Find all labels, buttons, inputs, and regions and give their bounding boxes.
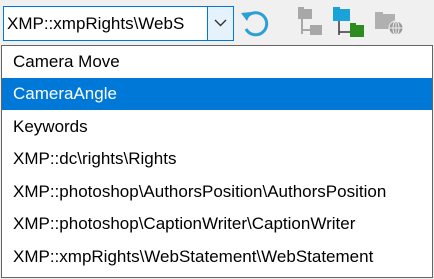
network-folder-icon xyxy=(375,12,404,36)
dropdown-option[interactable]: Camera Move xyxy=(2,46,432,78)
chevron-down-icon xyxy=(214,19,227,27)
dropdown-option[interactable]: XMP::dc\rights\Rights xyxy=(2,143,432,175)
dropdown-option-selected[interactable]: CameraAngle xyxy=(2,78,432,110)
dropdown-option[interactable]: XMP::xmpRights\WebStatement\WebStatement xyxy=(2,241,432,273)
folder-tree-color-icon xyxy=(333,7,364,37)
dropdown-option[interactable]: Keywords xyxy=(2,111,432,143)
folder-tree-gray-icon xyxy=(298,7,322,35)
combobox-value[interactable]: XMP::xmpRights\WebS xyxy=(7,7,207,40)
folder-tree-gray-button[interactable] xyxy=(294,4,324,42)
refresh-icon xyxy=(241,11,269,37)
refresh-button[interactable] xyxy=(238,4,274,42)
dropdown-option[interactable]: XMP::photoshop\AuthorsPosition\AuthorsPo… xyxy=(2,176,432,208)
folder-tree-color-button[interactable] xyxy=(331,4,367,42)
network-folder-button[interactable] xyxy=(372,4,406,42)
toolbar: XMP::xmpRights\WebS xyxy=(0,0,434,46)
dropdown-list[interactable]: Camera Move CameraAngle Keywords XMP::dc… xyxy=(1,45,433,278)
field-combobox[interactable]: XMP::xmpRights\WebS xyxy=(3,6,234,41)
dropdown-option[interactable]: XMP::photoshop\CaptionWriter\CaptionWrit… xyxy=(2,208,432,240)
combobox-dropdown-button[interactable] xyxy=(207,7,233,40)
